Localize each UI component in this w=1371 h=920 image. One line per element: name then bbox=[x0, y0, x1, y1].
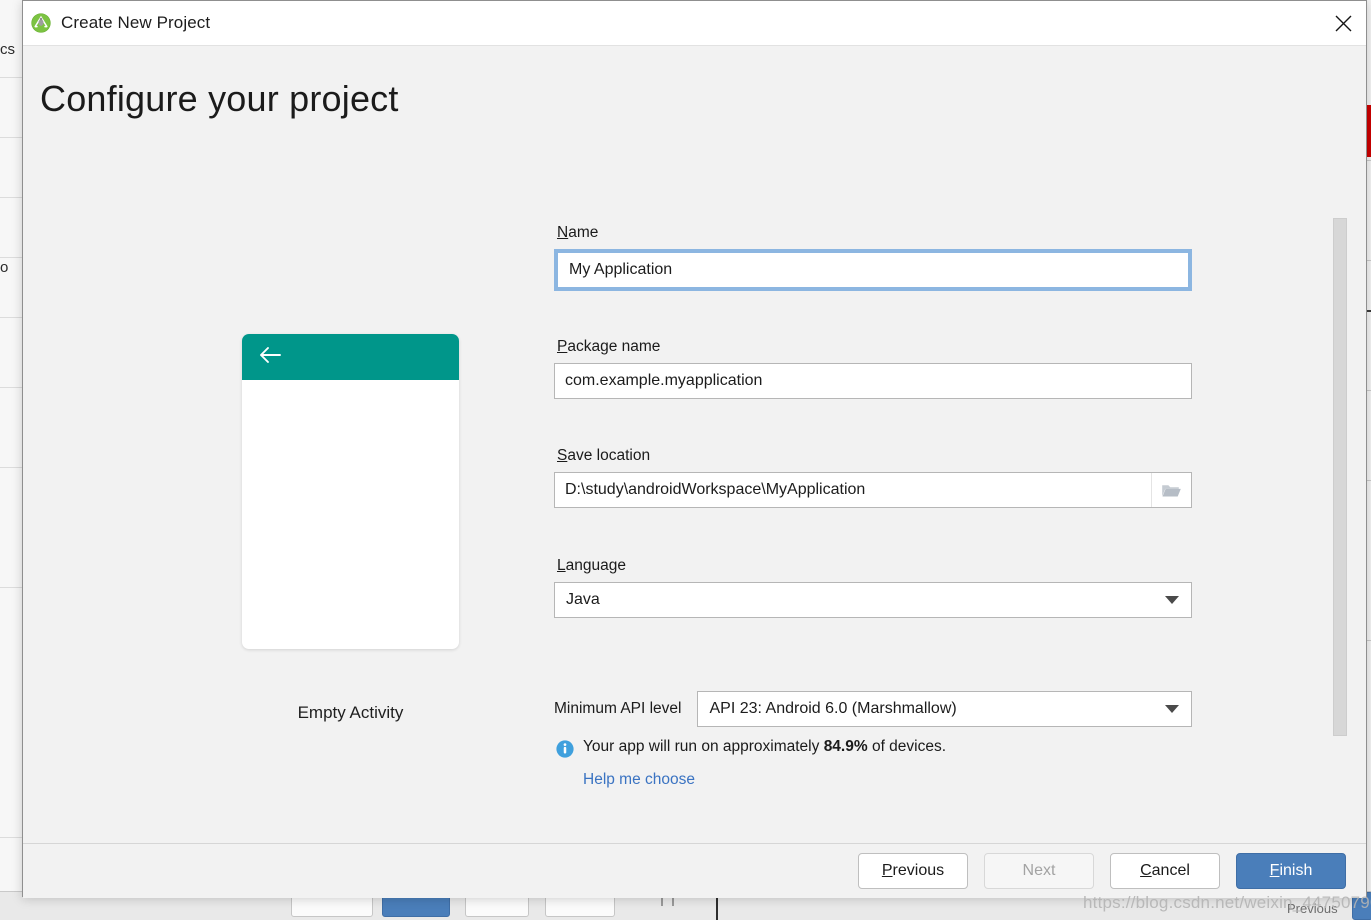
activity-preview-appbar bbox=[242, 334, 459, 380]
page-title: Configure your project bbox=[40, 78, 399, 119]
cancel-button-mnemonic: C bbox=[1140, 862, 1152, 879]
background-left-fragment: o bbox=[0, 258, 22, 318]
save-location-label-rest: ave location bbox=[567, 447, 651, 464]
package-name-input[interactable] bbox=[554, 363, 1192, 399]
background-left-fragment bbox=[0, 588, 22, 838]
background-left-panel: cs o bbox=[0, 0, 23, 896]
chevron-down-icon bbox=[1165, 705, 1179, 713]
help-me-choose-link[interactable]: Help me choose bbox=[583, 771, 695, 789]
dialog-body: Configure your project Empty Activity Na… bbox=[23, 46, 1366, 843]
finish-button-rest: inish bbox=[1279, 862, 1313, 879]
package-name-label: Package name bbox=[557, 338, 1192, 356]
create-new-project-dialog: Create New Project Configure your projec… bbox=[22, 0, 1367, 898]
language-label-mnemonic: L bbox=[557, 557, 566, 574]
cancel-button-rest: ancel bbox=[1151, 862, 1190, 879]
name-label-mnemonic: N bbox=[557, 224, 569, 241]
min-api-level-label: Minimum API level bbox=[554, 700, 682, 717]
info-icon bbox=[556, 740, 574, 758]
chevron-down-icon bbox=[1165, 596, 1179, 604]
background-left-fragment bbox=[0, 388, 22, 468]
save-location-input-wrapper bbox=[554, 472, 1192, 508]
next-button[interactable]: Next bbox=[984, 853, 1094, 889]
save-location-input[interactable] bbox=[554, 472, 1192, 508]
field-group-name: Name bbox=[554, 224, 1192, 291]
save-location-label-mnemonic: S bbox=[557, 447, 568, 464]
field-group-language: Language Java bbox=[554, 557, 1192, 618]
min-api-level-selected-value: API 23: Android 6.0 (Marshmallow) bbox=[709, 700, 957, 717]
background-left-fragment bbox=[0, 78, 22, 138]
background-button-label: Previous bbox=[1287, 901, 1338, 916]
content-scrollbar-thumb[interactable] bbox=[1333, 218, 1347, 736]
finish-button[interactable]: Finish bbox=[1236, 853, 1346, 889]
device-coverage-text: Your app will run on approximately 84.9%… bbox=[583, 738, 946, 756]
close-icon[interactable] bbox=[1320, 1, 1366, 45]
package-name-label-rest: ackage name bbox=[567, 338, 661, 355]
dialog-title: Create New Project bbox=[61, 13, 211, 32]
background-left-fragment bbox=[0, 318, 22, 388]
device-coverage-note: Your app will run on approximately 84.9%… bbox=[556, 738, 946, 758]
device-coverage-suffix: of devices. bbox=[867, 738, 947, 755]
android-studio-icon bbox=[31, 13, 51, 33]
package-name-label-mnemonic: P bbox=[557, 338, 568, 355]
device-coverage-prefix: Your app will run on approximately bbox=[583, 738, 824, 755]
previous-button-mnemonic: P bbox=[881, 862, 893, 879]
name-label-rest: ame bbox=[568, 224, 599, 241]
field-group-save-location: Save location bbox=[554, 447, 1192, 508]
previous-button-rest: revious bbox=[892, 862, 945, 879]
finish-button-mnemonic: F bbox=[1269, 862, 1280, 879]
save-location-label: Save location bbox=[557, 447, 1192, 465]
language-label-rest: anguage bbox=[565, 557, 626, 574]
folder-open-icon[interactable] bbox=[1151, 473, 1191, 507]
background-left-fragment bbox=[0, 138, 22, 198]
name-input-focus-ring bbox=[554, 249, 1192, 291]
previous-button[interactable]: Previous bbox=[858, 853, 968, 889]
dialog-titlebar: Create New Project bbox=[23, 1, 1366, 46]
background-left-fragment: cs bbox=[0, 40, 22, 78]
activity-preview-label: Empty Activity bbox=[297, 703, 404, 722]
device-coverage-percent: 84.9% bbox=[823, 738, 868, 755]
background-left-fragment bbox=[0, 468, 22, 588]
dialog-footer: Previous Next Cancel Finish bbox=[23, 843, 1366, 898]
name-label: Name bbox=[557, 224, 1192, 242]
field-group-package-name: Package name bbox=[554, 338, 1192, 399]
min-api-level-select[interactable]: API 23: Android 6.0 (Marshmallow) bbox=[697, 691, 1192, 727]
background-left-fragment bbox=[0, 198, 22, 258]
language-label: Language bbox=[557, 557, 1192, 575]
name-input[interactable] bbox=[558, 253, 1188, 287]
back-arrow-icon bbox=[258, 346, 282, 369]
cancel-button[interactable]: Cancel bbox=[1110, 853, 1220, 889]
language-selected-value: Java bbox=[566, 591, 600, 608]
activity-preview-card bbox=[242, 334, 459, 649]
language-select[interactable]: Java bbox=[554, 582, 1192, 618]
activity-template-preview: Empty Activity bbox=[242, 334, 459, 723]
field-group-min-api-level: Minimum API level API 23: Android 6.0 (M… bbox=[554, 691, 1192, 727]
